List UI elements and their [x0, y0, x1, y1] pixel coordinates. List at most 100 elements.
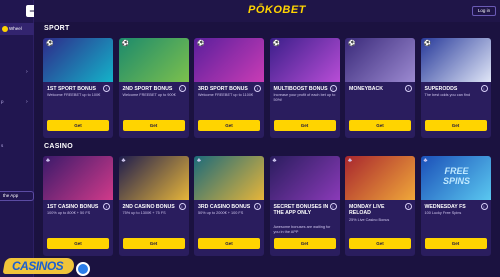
promo-image: ⚽: [345, 38, 415, 82]
section-title-sport: SPORT: [44, 25, 70, 32]
promo-title: 3RD CASINO BONUS: [198, 204, 251, 210]
get-bonus-button[interactable]: Get: [349, 238, 411, 249]
promo-card[interactable]: ♣ 3RD CASINO BONUS i 50% up to 2000€ + 100 …: [194, 156, 264, 256]
info-icon[interactable]: i: [103, 85, 110, 92]
info-icon[interactable]: i: [480, 85, 488, 92]
sport-icon: ⚽: [272, 41, 280, 47]
promo-title: 2ND SPORT BONUS: [122, 86, 173, 92]
promo-card[interactable]: ♣ MONDAY LIVE RELOAD i 25% Live Casino Bonu…: [345, 156, 415, 256]
promo-description: Increase your profit of each bet up to 5…: [273, 93, 336, 102]
chevron-right-icon[interactable]: ›: [26, 69, 28, 75]
promo-title: SECRET BONUSES IN THE APP ONLY: [273, 204, 329, 216]
sport-icon: ⚽: [46, 41, 54, 47]
promo-card[interactable]: ♣ SECRET BONUSES IN THE APP ONLY i Awesome …: [269, 156, 340, 256]
promo-image: ⚽: [269, 38, 340, 82]
casino-icon: ♣: [348, 158, 352, 164]
promo-description: 100% up to 800€ + 50 FS: [47, 211, 91, 215]
promo-card[interactable]: ♣ 1ST CASINO BONUS i 100% up to 800€ + 50 F…: [43, 156, 113, 256]
casino-icon: ♣: [197, 158, 201, 164]
promo-description: 75% up to 1300€ + 75 FS: [122, 211, 166, 215]
promo-title: WEDNESDAY FS: [424, 204, 466, 210]
promo-card[interactable]: ♣ 2ND CASINO BONUS i 75% up to 1300€ + 75 F…: [118, 156, 189, 256]
info-icon[interactable]: i: [405, 203, 412, 210]
sport-icon: ⚽: [197, 41, 205, 47]
promo-image: ⚽: [118, 38, 189, 82]
promo-description: Welcome FREEBET up to 1100€: [198, 93, 254, 97]
chip-icon: [76, 262, 90, 276]
promo-title: 1ST CASINO BONUS: [47, 204, 99, 210]
promo-image: ♣: [118, 156, 189, 200]
promo-description: Welcome FREEBET up to 900€: [122, 93, 176, 97]
get-bonus-button[interactable]: Get: [424, 120, 487, 131]
download-app-button[interactable]: the App: [0, 191, 34, 201]
promo-card[interactable]: ⚽ 2ND SPORT BONUS i Welcome FREEBET up to 9…: [118, 38, 189, 138]
promo-image: FREE SPINS ♣: [420, 156, 491, 200]
promo-card[interactable]: ⚽ MONEYBACK i Get: [345, 38, 415, 138]
promo-title: MULTIBOOST BONUS: [273, 86, 328, 92]
promo-title: 2ND CASINO BONUS: [122, 204, 175, 210]
info-icon[interactable]: i: [178, 203, 186, 210]
sport-icon: ⚽: [121, 41, 129, 47]
promo-card[interactable]: ⚽ 3RD SPORT BONUS i Welcome FREEBET up to 1…: [194, 38, 264, 138]
sidebar-item-fragment[interactable]: p: [1, 99, 4, 104]
promo-description: 25% Live Casino Bonus: [349, 218, 390, 222]
promo-image: ♣: [345, 156, 415, 200]
top-header: PŌKOBET Log in: [34, 0, 500, 22]
promo-description: 100 Lucky Free Spins: [424, 211, 462, 215]
info-icon[interactable]: i: [405, 85, 412, 92]
promo-title: 3RD SPORT BONUS: [198, 86, 248, 92]
get-bonus-button[interactable]: Get: [198, 238, 260, 249]
sport-icon: ⚽: [423, 41, 431, 47]
sidebar: Wheel › p › s the App: [0, 0, 34, 277]
promo-card[interactable]: ⚽ SUPERODDS i The best odds you can find Get: [420, 38, 491, 138]
info-icon[interactable]: i: [254, 203, 261, 210]
get-bonus-button[interactable]: Get: [273, 238, 336, 249]
promo-title: MONEYBACK: [349, 86, 384, 92]
casino-icon: ♣: [272, 158, 277, 164]
info-icon[interactable]: i: [480, 203, 488, 210]
promo-image: ⚽: [43, 38, 113, 82]
info-icon[interactable]: i: [178, 85, 186, 92]
promo-title: MONDAY LIVE RELOAD: [349, 204, 385, 216]
sidebar-item-wheel[interactable]: Wheel: [0, 23, 34, 35]
wheel-icon: [2, 26, 8, 32]
promo-image: ♣: [269, 156, 340, 200]
promo-description: Awesome bonuses are waiting for you in t…: [273, 225, 331, 234]
casinos-logo: CASINOS: [2, 255, 94, 277]
promo-title: 1ST SPORT BONUS: [47, 86, 97, 92]
sport-icon: ⚽: [348, 41, 356, 47]
get-bonus-button[interactable]: Get: [349, 120, 411, 131]
promo-art-text: FREE SPINS: [442, 166, 470, 186]
sidebar-item-fragment[interactable]: s: [1, 143, 3, 148]
promo-card[interactable]: FREE SPINS ♣ WEDNESDAY FS i 100 Lucky Free S…: [420, 156, 491, 256]
promo-image: ⚽: [194, 38, 264, 82]
sidebar-item-label: Wheel: [9, 26, 22, 31]
promo-title: SUPERODDS: [424, 86, 458, 92]
get-bonus-button[interactable]: Get: [47, 238, 109, 249]
get-bonus-button[interactable]: Get: [122, 120, 185, 131]
casino-icon: ♣: [46, 158, 50, 164]
promo-image: ♣: [43, 156, 113, 200]
promo-image: ⚽: [420, 38, 491, 82]
casino-icon: ♣: [121, 158, 126, 164]
promo-description: Welcome FREEBET up to 100€: [47, 93, 101, 97]
get-bonus-button[interactable]: Get: [122, 238, 185, 249]
get-bonus-button[interactable]: Get: [273, 120, 336, 131]
promo-card[interactable]: ⚽ MULTIBOOST BONUS i Increase your profit o…: [269, 38, 340, 138]
section-title-casino: CASINO: [44, 143, 74, 150]
info-icon[interactable]: i: [329, 203, 337, 210]
get-bonus-button[interactable]: Get: [424, 238, 487, 249]
chevron-right-icon[interactable]: ›: [26, 99, 28, 105]
login-button[interactable]: Log in: [472, 6, 496, 16]
logo-text: CASINOS: [12, 259, 64, 273]
info-icon[interactable]: i: [329, 85, 337, 92]
promo-description: 50% up to 2000€ + 100 FS: [198, 211, 244, 215]
casino-icon: ♣: [423, 158, 428, 164]
get-bonus-button[interactable]: Get: [198, 120, 260, 131]
info-icon[interactable]: i: [254, 85, 261, 92]
promo-description: The best odds you can find: [424, 93, 471, 97]
get-bonus-button[interactable]: Get: [47, 120, 109, 131]
brand-logo[interactable]: PŌKOBET: [248, 4, 306, 16]
info-icon[interactable]: i: [103, 203, 110, 210]
promo-card[interactable]: ⚽ 1ST SPORT BONUS i Welcome FREEBET up to 1…: [43, 38, 113, 138]
